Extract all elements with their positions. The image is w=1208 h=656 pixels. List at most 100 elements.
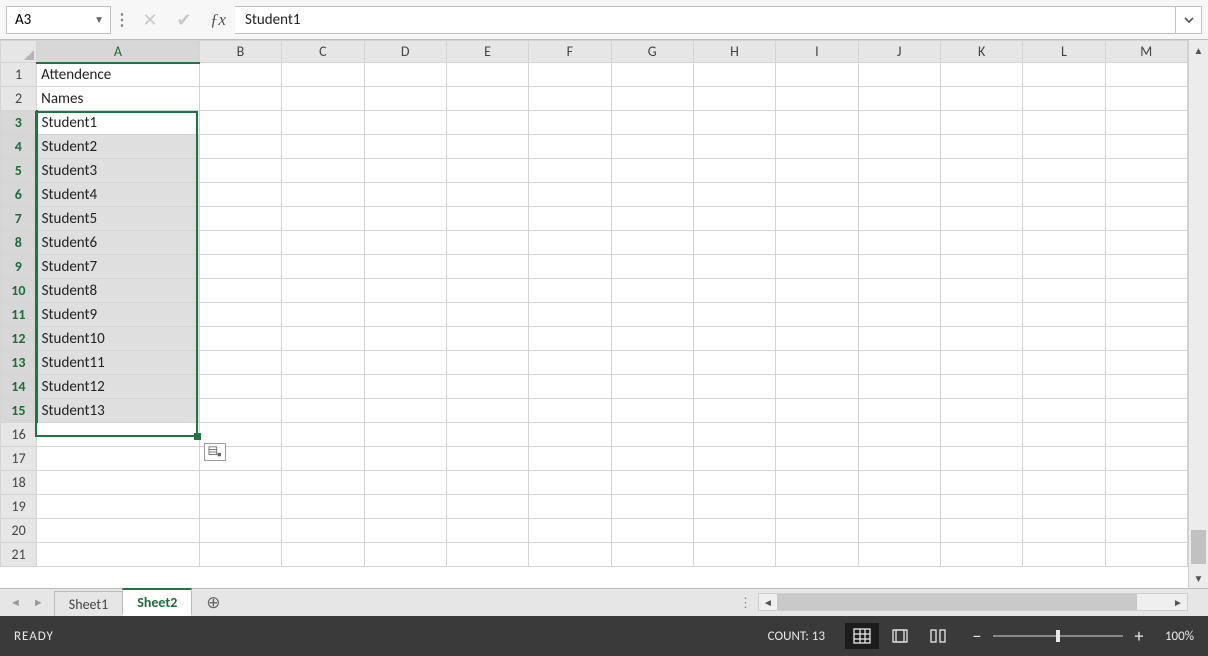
cell[interactable] (199, 519, 281, 543)
row-header[interactable]: 15 (1, 399, 37, 423)
cell[interactable] (1105, 303, 1187, 327)
cell[interactable] (364, 495, 446, 519)
cell[interactable] (364, 255, 446, 279)
expand-formula-bar-button[interactable] (1176, 6, 1202, 34)
cell[interactable] (1023, 543, 1105, 567)
view-normal-button[interactable] (845, 623, 879, 649)
cell[interactable] (529, 207, 611, 231)
cell[interactable] (199, 111, 281, 135)
cell[interactable] (940, 255, 1022, 279)
cell[interactable] (693, 63, 775, 87)
cell[interactable] (199, 135, 281, 159)
cell[interactable] (858, 135, 940, 159)
sheet-tab[interactable]: Sheet1 (54, 591, 123, 616)
horizontal-scrollbar[interactable]: ◄ ► (758, 593, 1188, 611)
cell[interactable] (776, 255, 858, 279)
cell[interactable] (529, 423, 611, 447)
cell[interactable] (1023, 231, 1105, 255)
cell[interactable] (199, 183, 281, 207)
cell[interactable] (1023, 375, 1105, 399)
row-header[interactable]: 10 (1, 279, 37, 303)
cell[interactable] (1023, 159, 1105, 183)
row-header[interactable]: 9 (1, 255, 37, 279)
cell[interactable]: Student7 (37, 255, 200, 279)
cell[interactable] (529, 375, 611, 399)
cell[interactable] (693, 423, 775, 447)
cell[interactable] (1023, 447, 1105, 471)
cell[interactable] (693, 255, 775, 279)
cell[interactable] (693, 87, 775, 111)
cell[interactable] (1023, 327, 1105, 351)
cell[interactable] (282, 255, 364, 279)
fill-handle[interactable] (194, 433, 201, 440)
cell[interactable] (199, 375, 281, 399)
cell[interactable] (1023, 303, 1105, 327)
cell[interactable] (1105, 447, 1187, 471)
scroll-left-button[interactable]: ◄ (759, 596, 777, 609)
cell[interactable] (529, 111, 611, 135)
column-header[interactable]: L (1023, 41, 1105, 63)
cell[interactable] (529, 303, 611, 327)
cell[interactable] (446, 447, 528, 471)
row-header[interactable]: 20 (1, 519, 37, 543)
cell[interactable] (776, 495, 858, 519)
cell[interactable]: Attendence (37, 63, 200, 87)
cell[interactable] (776, 87, 858, 111)
cell[interactable] (940, 87, 1022, 111)
cell[interactable] (364, 183, 446, 207)
column-header[interactable]: H (693, 41, 775, 63)
zoom-slider[interactable] (993, 635, 1123, 637)
cell[interactable] (858, 63, 940, 87)
vertical-scrollbar[interactable]: ▲ ▼ (1188, 40, 1208, 588)
tab-nav-next-icon[interactable]: ► (33, 596, 44, 609)
row-header[interactable]: 5 (1, 159, 37, 183)
cell[interactable] (940, 135, 1022, 159)
cell[interactable] (199, 279, 281, 303)
cell[interactable] (776, 447, 858, 471)
cell[interactable] (776, 399, 858, 423)
scroll-up-button[interactable]: ▲ (1189, 40, 1208, 60)
cell[interactable] (37, 519, 200, 543)
cell[interactable] (446, 471, 528, 495)
cell[interactable] (364, 135, 446, 159)
cell[interactable] (611, 159, 693, 183)
cell[interactable] (1023, 495, 1105, 519)
cell[interactable] (611, 231, 693, 255)
cell[interactable] (282, 399, 364, 423)
cell[interactable] (1105, 399, 1187, 423)
cell[interactable] (282, 351, 364, 375)
column-header[interactable]: J (858, 41, 940, 63)
cell[interactable] (446, 303, 528, 327)
row-header[interactable]: 7 (1, 207, 37, 231)
zoom-slider-thumb[interactable] (1056, 630, 1060, 642)
cell[interactable] (940, 159, 1022, 183)
cell[interactable] (282, 135, 364, 159)
cell[interactable] (446, 87, 528, 111)
cell[interactable] (858, 423, 940, 447)
cell[interactable]: Student12 (37, 375, 200, 399)
cell[interactable] (693, 303, 775, 327)
cell[interactable]: Student2 (37, 135, 200, 159)
cell[interactable] (529, 279, 611, 303)
cell[interactable] (282, 375, 364, 399)
cell[interactable] (776, 231, 858, 255)
cell[interactable] (1023, 111, 1105, 135)
row-header[interactable]: 16 (1, 423, 37, 447)
cell[interactable] (199, 159, 281, 183)
cell[interactable] (858, 375, 940, 399)
cell[interactable] (940, 495, 1022, 519)
cell[interactable] (364, 375, 446, 399)
cell[interactable] (940, 423, 1022, 447)
cell[interactable] (446, 231, 528, 255)
cell[interactable] (364, 447, 446, 471)
cell[interactable] (858, 159, 940, 183)
cell[interactable]: Student5 (37, 207, 200, 231)
cell[interactable] (529, 399, 611, 423)
row-header[interactable]: 14 (1, 375, 37, 399)
cell[interactable]: Student4 (37, 183, 200, 207)
view-page-layout-button[interactable] (883, 623, 917, 649)
cell[interactable] (776, 111, 858, 135)
select-all-corner[interactable] (1, 41, 37, 63)
view-page-break-button[interactable] (921, 623, 955, 649)
spreadsheet-grid[interactable]: ABCDEFGHIJKLM1Attendence2Names3Student14… (0, 40, 1188, 567)
